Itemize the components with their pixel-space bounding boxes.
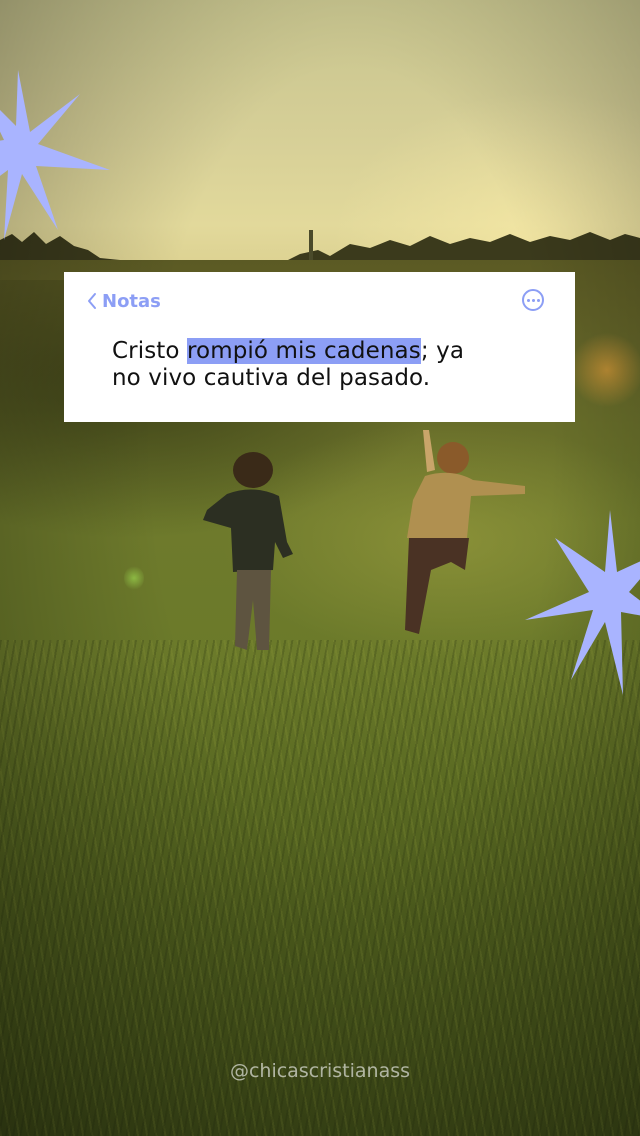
watermark-handle: @chicascristianass [229,1060,411,1082]
note-text-line2: no vivo cautiva del pasado. [112,365,431,391]
note-body: Cristo rompió mis cadenas; ya no vivo cau… [112,338,542,392]
note-text-start: Cristo [112,338,187,364]
note-highlight: rompió mis cadenas [187,338,421,364]
sparkle-star-icon [525,510,640,695]
back-button[interactable]: Notas [86,290,161,312]
back-label: Notas [102,290,161,312]
note-text-end: ; ya [420,338,465,364]
notes-card: Notas Cristo rompió mis cadenas; ya no vi… [64,272,575,422]
chevron-left-icon [88,293,96,309]
more-options-icon[interactable] [522,289,544,311]
sparkle-star-icon [0,70,110,240]
